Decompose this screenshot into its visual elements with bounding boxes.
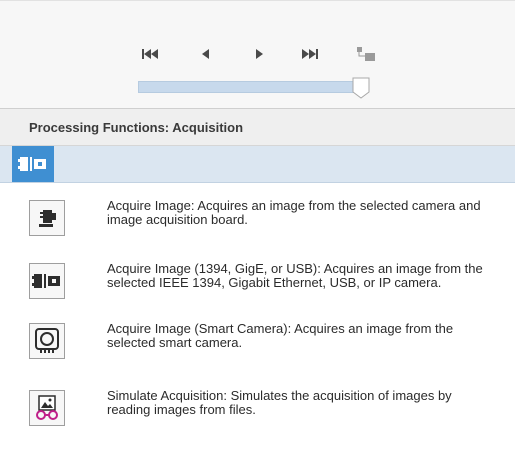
previous-button[interactable] <box>198 45 212 63</box>
step-slider-thumb[interactable] <box>352 77 370 99</box>
function-description: Simulate Acquisition: Simulates the acqu… <box>107 388 452 417</box>
skip-to-last-icon <box>302 49 318 59</box>
acquisition-category-button[interactable] <box>12 146 54 182</box>
function-list: Acquire Image: Acquires an image from th… <box>0 183 515 465</box>
playback-panel <box>0 0 515 109</box>
function-icon-frame <box>29 200 65 236</box>
function-icon-frame <box>29 323 65 359</box>
next-icon <box>255 49 263 59</box>
function-description: Acquire Image (Smart Camera): Acquires a… <box>107 321 454 350</box>
previous-icon <box>201 49 209 59</box>
next-button[interactable] <box>252 45 266 63</box>
skip-to-first-icon <box>142 49 158 59</box>
function-simulate-acquisition[interactable]: Simulate Acquisition: Simulates the acqu… <box>29 388 499 434</box>
skip-to-last-button[interactable] <box>300 45 320 63</box>
step-mode-button[interactable] <box>355 45 377 63</box>
function-icon-frame <box>29 263 65 299</box>
camera-board-icon <box>39 210 56 227</box>
skip-to-first-button[interactable] <box>140 45 160 63</box>
ieee-camera-icon <box>32 274 60 288</box>
function-icon-frame <box>29 390 65 426</box>
slider-thumb-icon <box>352 77 370 99</box>
function-acquire-image[interactable]: Acquire Image: Acquires an image from th… <box>29 198 499 244</box>
section-title: Processing Functions: Acquisition <box>29 120 244 135</box>
simulate-files-icon <box>36 395 58 420</box>
function-description: Acquire Image: Acquires an image from th… <box>107 198 481 227</box>
step-mode-icon <box>357 47 375 61</box>
function-acquire-image-1394-gige-usb[interactable]: Acquire Image (1394, GigE, or USB): Acqu… <box>29 261 499 307</box>
function-acquire-image-smart-camera[interactable]: Acquire Image (Smart Camera): Acquires a… <box>29 321 499 367</box>
smart-camera-icon <box>35 328 59 353</box>
category-toolbar <box>0 146 515 183</box>
step-slider-track[interactable] <box>138 81 360 93</box>
function-description: Acquire Image (1394, GigE, or USB): Acqu… <box>107 261 483 290</box>
section-header: Processing Functions: Acquisition <box>0 109 515 146</box>
acquisition-category-icon <box>18 157 46 171</box>
